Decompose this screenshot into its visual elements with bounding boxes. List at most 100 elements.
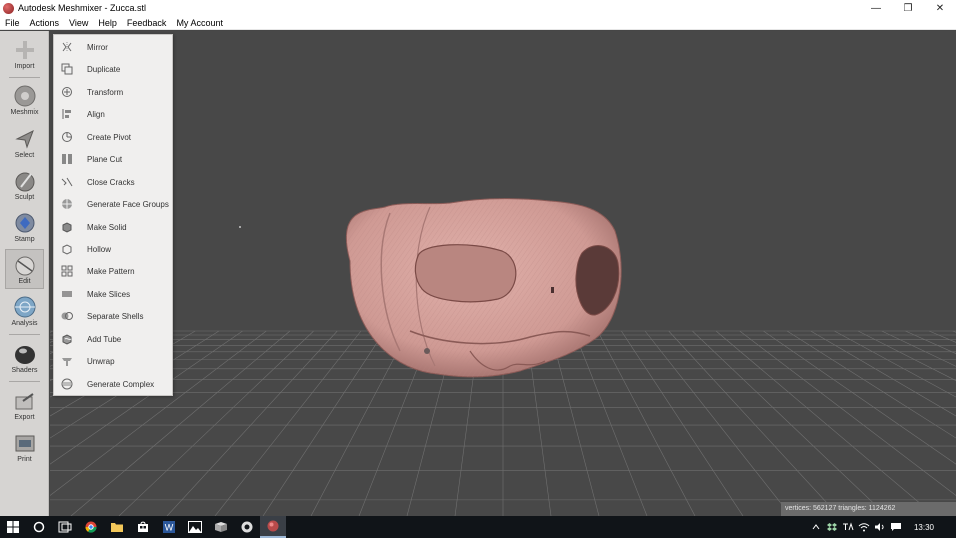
menu-item-label: Transform — [87, 87, 124, 97]
volume-icon[interactable] — [872, 516, 888, 538]
meshmixer-icon — [267, 520, 279, 532]
tool-label-sculpt: Sculpt — [14, 194, 35, 201]
pattern-icon — [61, 265, 73, 277]
store-icon[interactable] — [130, 516, 156, 538]
menu-item-label: Mirror — [87, 42, 108, 52]
menu-item-generate-face-groups[interactable]: Generate Face Groups — [54, 194, 172, 214]
word-icon[interactable]: W — [156, 516, 182, 538]
tool-label-select: Select — [14, 152, 35, 159]
menu-view[interactable]: View — [64, 16, 93, 30]
menu-item-make-pattern[interactable]: Make Pattern — [54, 261, 172, 281]
pumpkin-mesh[interactable] — [345, 198, 622, 378]
menu-bar: File Actions View Help Feedback My Accou… — [0, 16, 956, 30]
chevron-up-icon[interactable] — [808, 516, 824, 538]
shells-icon — [61, 312, 73, 320]
browser-icon[interactable] — [234, 516, 260, 538]
taskbar-clock[interactable]: 13:30 — [914, 523, 934, 532]
restore-button[interactable]: ❐ — [892, 0, 924, 16]
menu-item-label: Make Pattern — [87, 266, 135, 276]
align-icon — [62, 109, 71, 119]
menu-item-label: Duplicate — [87, 64, 121, 74]
menu-file[interactable]: File — [0, 16, 25, 30]
hollow-icon — [62, 244, 72, 255]
print-icon — [15, 435, 34, 452]
duplicate-icon — [61, 63, 73, 75]
title-bar: Autodesk Meshmixer - Zucca.stl — ❐ ✕ — [0, 0, 956, 16]
grid-line — [739, 330, 956, 496]
menu-item-make-slices[interactable]: Make Slices — [54, 284, 172, 304]
tool-stamp[interactable]: Stamp — [5, 208, 44, 248]
tool-meshmix[interactable]: Meshmix — [5, 81, 44, 121]
menu-item-align[interactable]: Align — [54, 104, 172, 124]
tool-import[interactable]: Import — [5, 35, 44, 75]
3d-viewport[interactable] — [50, 31, 956, 516]
tool-shaders[interactable]: Shaders — [5, 339, 44, 379]
menu-item-unwrap[interactable]: Unwrap — [54, 351, 172, 371]
tool-label-edit: Edit — [18, 278, 31, 285]
menu-item-label: Make Solid — [87, 222, 127, 232]
menu-item-label: Create Pivot — [87, 132, 132, 142]
photos-icon[interactable] — [182, 516, 208, 538]
menu-actions[interactable]: Actions — [25, 16, 65, 30]
menu-item-label: Separate Shells — [87, 311, 144, 321]
menu-item-separate-shells[interactable]: Separate Shells — [54, 306, 172, 326]
toolbar-divider — [9, 334, 40, 335]
grid-line — [644, 330, 792, 516]
menu-item-duplicate[interactable]: Duplicate — [54, 59, 172, 79]
chrome-icon[interactable] — [78, 516, 104, 538]
menu-item-add-tube[interactable]: Add Tube — [54, 329, 172, 349]
menu-item-label: Add Tube — [87, 334, 122, 344]
slices-icon — [62, 291, 72, 297]
dropbox-icon[interactable] — [824, 516, 840, 538]
network-icon[interactable] — [856, 516, 872, 538]
file-explorer-icon[interactable] — [104, 516, 130, 538]
mirror-icon — [62, 42, 72, 52]
tool-select[interactable]: Select — [5, 124, 44, 164]
make-solid-icon — [62, 222, 72, 233]
menu-item-create-pivot[interactable]: Create Pivot — [54, 127, 172, 147]
menu-item-plane-cut[interactable]: Plane Cut — [54, 149, 172, 169]
menu-my-account[interactable]: My Account — [171, 16, 228, 30]
transform-icon — [62, 87, 72, 97]
menu-item-label: Align — [87, 109, 105, 119]
menu-item-label: Plane Cut — [87, 154, 123, 164]
notification-icon[interactable] — [888, 516, 904, 538]
menu-help[interactable]: Help — [93, 16, 122, 30]
menu-item-label: Generate Face Groups — [87, 199, 169, 209]
menu-item-mirror[interactable]: Mirror — [54, 37, 172, 57]
start-icon[interactable] — [0, 516, 26, 538]
grid-line — [834, 330, 956, 398]
menu-item-generate-complex[interactable]: Generate Complex — [54, 374, 172, 394]
minimize-button[interactable]: — — [860, 0, 892, 16]
grid-line — [810, 330, 956, 417]
tool-sculpt[interactable]: Sculpt — [5, 166, 44, 206]
search-icon[interactable] — [26, 516, 52, 538]
face-groups-icon — [62, 199, 72, 209]
svg-text:W: W — [165, 523, 174, 533]
tool-label-stamp: Stamp — [14, 236, 35, 243]
task-view-icon[interactable] — [52, 516, 78, 538]
ime-icon[interactable] — [840, 516, 856, 538]
tool-analysis[interactable]: Analysis — [5, 292, 44, 332]
grid-line — [621, 330, 744, 516]
grid-line — [715, 330, 936, 516]
system-tray: 13:30 — [808, 516, 956, 538]
menu-item-transform[interactable]: Transform — [54, 82, 172, 102]
menu-item-label: Unwrap — [87, 356, 115, 366]
import-icon — [15, 41, 34, 59]
meshmixer-taskbar-button[interactable] — [260, 516, 286, 538]
menu-item-make-solid[interactable]: Make Solid — [54, 217, 172, 237]
close-button[interactable]: ✕ — [924, 0, 956, 16]
menu-item-label: Hollow — [87, 244, 112, 254]
menu-item-close-cracks[interactable]: Close Cracks — [54, 172, 172, 192]
tool-edit[interactable]: Edit — [5, 249, 44, 289]
app-icon[interactable] — [208, 516, 234, 538]
menu-feedback[interactable]: Feedback — [122, 16, 172, 30]
menu-item-hollow[interactable]: Hollow — [54, 239, 172, 259]
grid-line — [668, 330, 840, 516]
grid-line — [166, 330, 338, 516]
tool-export[interactable]: Export — [5, 386, 44, 426]
grid-line — [786, 330, 956, 439]
grid-line — [262, 330, 385, 516]
tool-print[interactable]: Print — [5, 428, 44, 468]
